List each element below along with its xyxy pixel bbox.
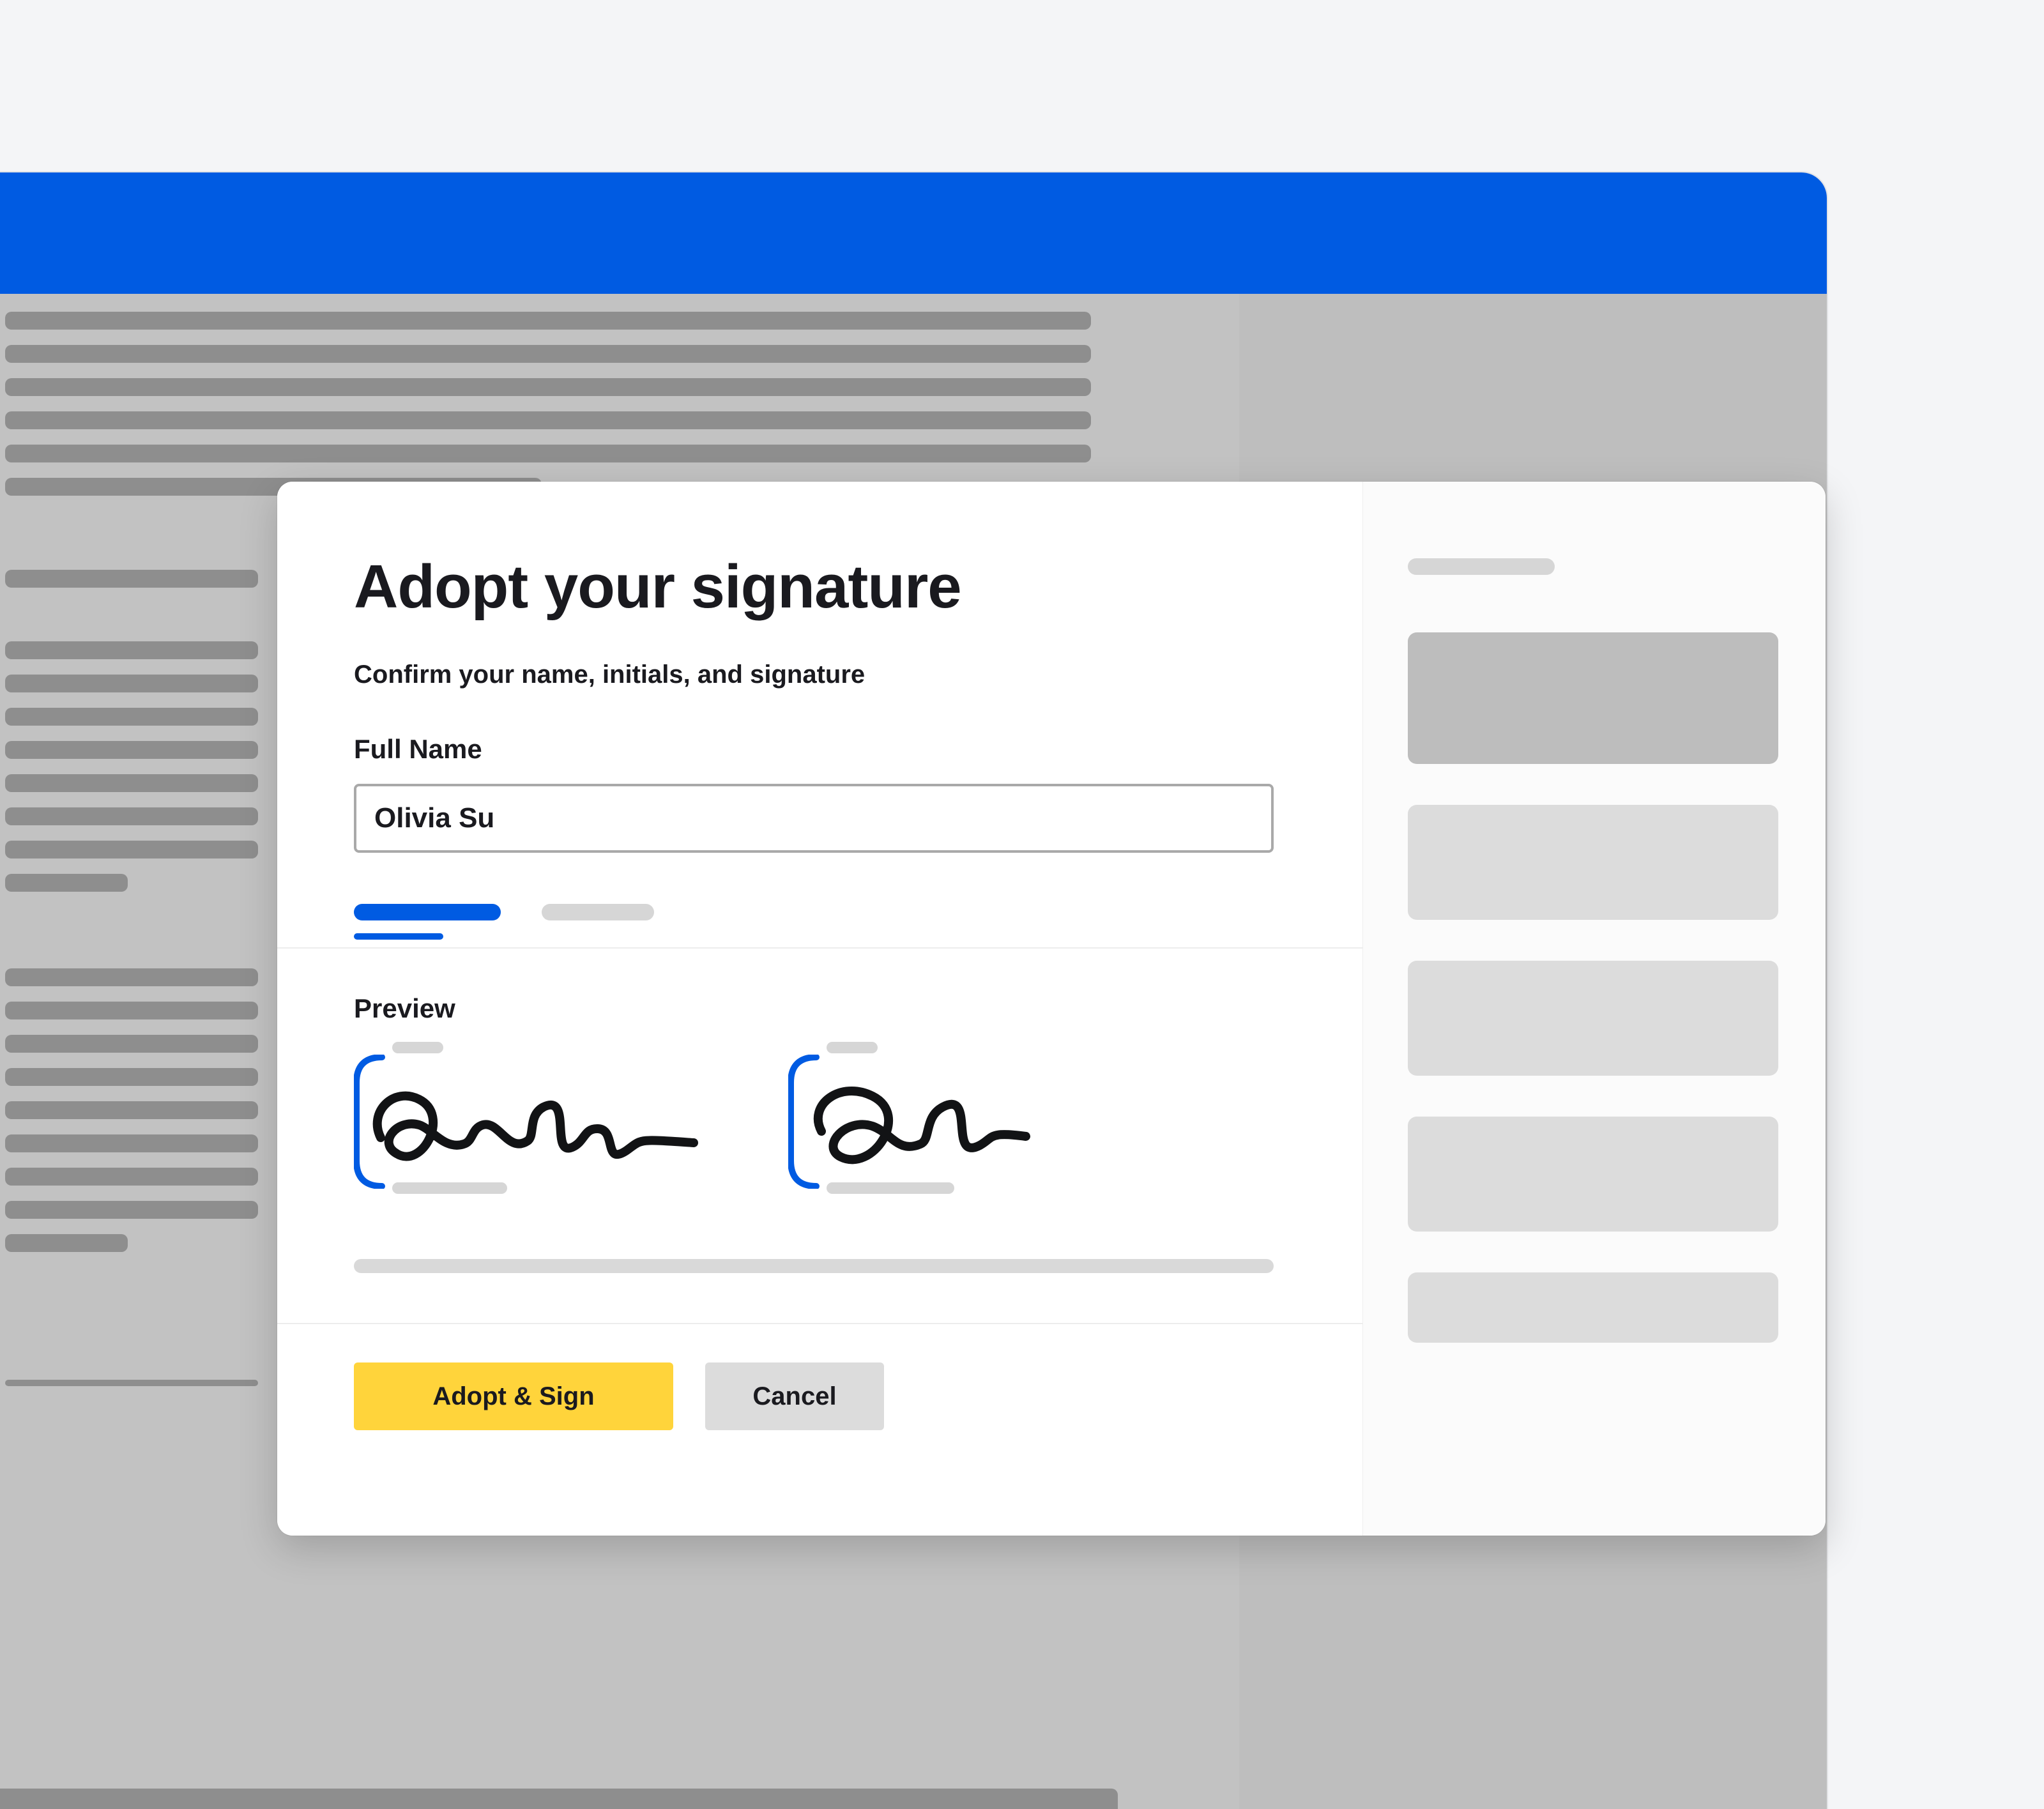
modal-main: Adopt your signature Confirm your name, … xyxy=(277,482,1363,1536)
signature-preview-full[interactable] xyxy=(354,1055,699,1189)
side-card-3 xyxy=(1408,961,1778,1076)
window-titlebar xyxy=(0,172,1827,294)
fullname-value: Olivia Su xyxy=(374,802,494,834)
initials-scribble-icon xyxy=(796,1067,1051,1176)
disclosure-placeholder xyxy=(354,1259,1274,1273)
signature-previews xyxy=(354,1055,1286,1189)
cancel-button[interactable]: Cancel xyxy=(705,1362,884,1430)
adopt-sign-button[interactable]: Adopt & Sign xyxy=(354,1362,673,1430)
tab-style-active[interactable] xyxy=(354,904,501,920)
modal-title: Adopt your signature xyxy=(354,552,1286,622)
actions-divider xyxy=(277,1323,1362,1324)
preview-label: Preview xyxy=(354,993,1286,1024)
side-card-4 xyxy=(1408,1117,1778,1232)
modal-side-panel xyxy=(1363,482,1826,1536)
signature-underlabel-chip xyxy=(392,1182,507,1194)
style-tabs xyxy=(354,904,1286,920)
signature-preview-initials[interactable] xyxy=(788,1055,1056,1189)
signature-label-chip xyxy=(392,1042,443,1053)
side-card-5 xyxy=(1408,1272,1778,1343)
initials-underlabel-chip xyxy=(827,1182,954,1194)
tabs-divider xyxy=(277,947,1362,949)
side-card-1 xyxy=(1408,632,1778,764)
fullname-label: Full Name xyxy=(354,734,1286,765)
signature-scribble-icon xyxy=(362,1067,700,1176)
adopt-signature-modal: Adopt your signature Confirm your name, … xyxy=(277,482,1826,1536)
tab-underline xyxy=(354,933,443,940)
tab-style-inactive[interactable] xyxy=(542,904,654,920)
modal-actions: Adopt & Sign Cancel xyxy=(354,1362,1286,1430)
fullname-input[interactable]: Olivia Su xyxy=(354,784,1274,853)
initials-label-chip xyxy=(827,1042,878,1053)
side-card-2 xyxy=(1408,805,1778,920)
modal-subtitle: Confirm your name, initials, and signatu… xyxy=(354,660,1286,689)
side-heading-placeholder xyxy=(1408,558,1555,575)
